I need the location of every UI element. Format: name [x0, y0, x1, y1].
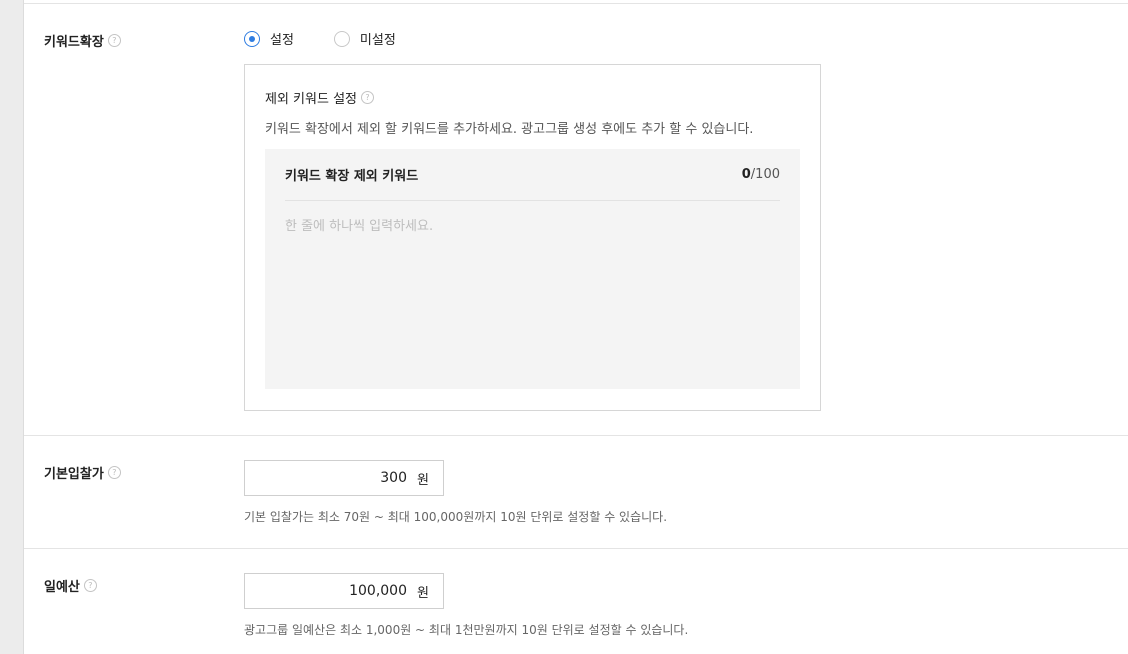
daily-budget-label: 일예산 ? — [44, 576, 97, 595]
radio-option-unset[interactable]: 미설정 — [333, 29, 396, 48]
daily-budget-input[interactable] — [245, 583, 407, 599]
exclude-keyword-panel: 제외 키워드 설정 ? 키워드 확장에서 제외 할 키워드를 추가하세요. 광고… — [244, 64, 821, 411]
section-divider — [24, 435, 1128, 436]
radio-option-set-label: 설정 — [270, 33, 294, 48]
radio-option-set[interactable]: 설정 — [244, 29, 294, 48]
keyword-counter: 0/100 — [742, 167, 780, 182]
daily-budget-unit: 원 — [417, 585, 429, 601]
keyword-expansion-label: 키워드확장 ? — [44, 31, 121, 50]
radio-unchecked-icon[interactable] — [333, 30, 350, 47]
exclude-keyword-title-text: 제외 키워드 설정 — [265, 92, 357, 107]
base-bid-label-text: 기본입찰가 — [44, 467, 104, 482]
radio-option-unset-label: 미설정 — [359, 33, 396, 48]
base-bid-hint: 기본 입찰가는 최소 70원 ~ 최대 100,000원까지 10원 단위로 설… — [244, 510, 668, 524]
exclude-keyword-title: 제외 키워드 설정 ? — [265, 88, 374, 107]
keyword-expansion-radio-group: 설정 미설정 — [244, 29, 436, 48]
exclude-keyword-list-area: 키워드 확장 제외 키워드 0/100 — [265, 149, 800, 389]
section-divider — [24, 548, 1128, 549]
left-gutter — [0, 0, 24, 654]
help-icon[interactable]: ? — [107, 34, 121, 47]
help-icon[interactable]: ? — [361, 91, 374, 104]
help-icon[interactable]: ? — [107, 466, 121, 479]
daily-budget-label-text: 일예산 — [44, 580, 80, 595]
exclude-keyword-input[interactable] — [285, 215, 780, 375]
daily-budget-field[interactable]: 원 — [244, 573, 444, 609]
base-bid-label: 기본입찰가 ? — [44, 463, 121, 482]
top-divider — [24, 3, 1128, 4]
help-icon[interactable]: ? — [83, 579, 97, 592]
keyword-count-current: 0 — [741, 167, 751, 182]
keyword-expansion-label-text: 키워드확장 — [44, 35, 104, 50]
exclude-keyword-list-header: 키워드 확장 제외 키워드 0/100 — [285, 149, 780, 201]
base-bid-field[interactable]: 원 — [244, 460, 444, 496]
base-bid-input[interactable] — [245, 470, 407, 486]
exclude-keyword-description: 키워드 확장에서 제외 할 키워드를 추가하세요. 광고그룹 생성 후에도 추가… — [265, 122, 754, 137]
exclude-keyword-list-title: 키워드 확장 제외 키워드 — [285, 169, 419, 184]
daily-budget-hint: 광고그룹 일예산은 최소 1,000원 ~ 최대 1천만원까지 10원 단위로 … — [244, 623, 689, 637]
radio-checked-icon[interactable] — [244, 30, 260, 47]
base-bid-unit: 원 — [417, 472, 429, 488]
keyword-count-max: /100 — [750, 167, 780, 182]
